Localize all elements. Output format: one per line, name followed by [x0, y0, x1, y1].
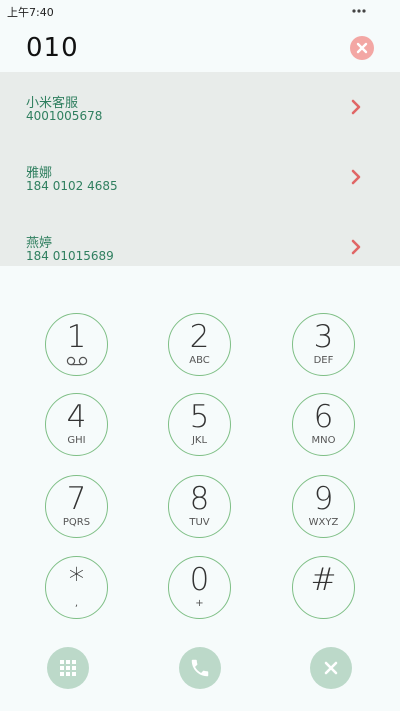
key-letters: ,: [74, 598, 79, 609]
key-digit: 8: [189, 481, 210, 517]
key-letters: GHI: [67, 435, 86, 446]
result-row[interactable]: 小米客服 4001005678: [0, 72, 400, 142]
key-digit: *: [68, 562, 85, 598]
key-digit: 0: [189, 562, 210, 598]
key-1[interactable]: 1: [45, 313, 108, 376]
status-bar: 上午7:40: [0, 0, 400, 22]
key-hash[interactable]: #: [292, 556, 355, 619]
key-letters: DEF: [313, 355, 334, 366]
clear-button[interactable]: [350, 36, 374, 60]
contact-number: 184 01015689: [26, 249, 114, 263]
dial-number-display[interactable]: 010: [26, 33, 79, 63]
key-letters: JKL: [191, 435, 208, 446]
key-2[interactable]: 2 ABC: [168, 313, 231, 376]
dial-input-row: 010: [0, 24, 400, 72]
call-button[interactable]: [179, 647, 221, 689]
chevron-right-icon[interactable]: [350, 98, 362, 116]
key-9[interactable]: 9 WXYZ: [292, 475, 355, 538]
key-digit: 6: [313, 399, 334, 435]
dialpad-toggle-button[interactable]: [47, 647, 89, 689]
dialpad-grid-icon: [60, 660, 76, 676]
voicemail-icon: [66, 356, 88, 366]
dial-keypad: 1 2 ABC 3 DEF 4 GHI 5 JKL 6 MNO 7 PQRS 8…: [0, 266, 400, 641]
phone-icon: [191, 659, 209, 677]
contact-search-results: 小米客服 4001005678 雅娜 184 0102 4685 燕婷 184 …: [0, 72, 400, 266]
key-digit: 5: [189, 399, 210, 435]
key-letters: ABC: [189, 355, 210, 366]
key-digit: #: [310, 562, 337, 598]
chevron-right-icon[interactable]: [350, 168, 362, 186]
key-digit: 4: [66, 399, 87, 435]
close-icon: [324, 661, 338, 675]
key-5[interactable]: 5 JKL: [168, 393, 231, 456]
key-3[interactable]: 3 DEF: [292, 313, 355, 376]
clear-icon: [356, 42, 368, 54]
more-dots-icon[interactable]: [352, 3, 366, 17]
key-4[interactable]: 4 GHI: [45, 393, 108, 456]
chevron-right-icon[interactable]: [350, 238, 362, 256]
key-letters: TUV: [189, 517, 210, 528]
key-letters: WXYZ: [308, 517, 339, 528]
result-row[interactable]: 雅娜 184 0102 4685: [0, 142, 400, 212]
key-letters: PQRS: [62, 517, 91, 528]
result-row[interactable]: 燕婷 184 01015689: [0, 212, 400, 266]
key-star[interactable]: * ,: [45, 556, 108, 619]
key-digit: 2: [189, 319, 210, 355]
status-time: 上午7:40: [7, 6, 54, 19]
key-6[interactable]: 6 MNO: [292, 393, 355, 456]
key-8[interactable]: 8 TUV: [168, 475, 231, 538]
contact-number: 184 0102 4685: [26, 179, 118, 193]
key-letters: +: [195, 598, 204, 609]
key-digit: 7: [66, 481, 87, 517]
key-digit: 9: [313, 481, 334, 517]
key-7[interactable]: 7 PQRS: [45, 475, 108, 538]
key-0[interactable]: 0 +: [168, 556, 231, 619]
delete-button[interactable]: [310, 647, 352, 689]
key-letters: MNO: [311, 435, 336, 446]
key-digit: 1: [66, 319, 87, 355]
contact-number: 4001005678: [26, 109, 103, 123]
key-digit: 3: [313, 319, 334, 355]
bottom-action-bar: [0, 641, 400, 711]
